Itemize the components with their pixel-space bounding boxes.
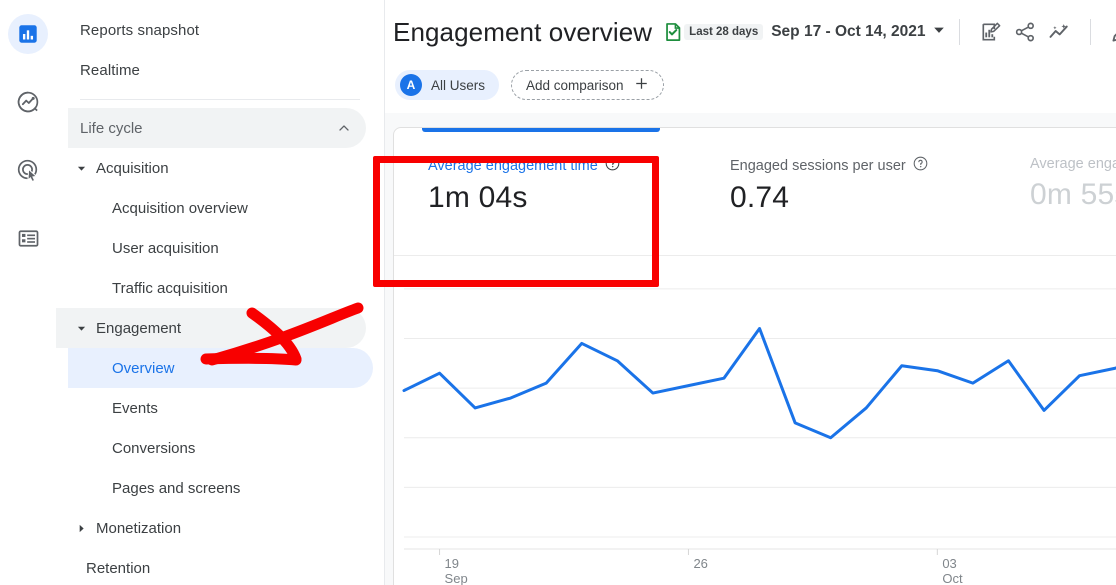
x-axis-month-label: Oct [942,571,963,585]
sidebar-item-label: Events [112,400,158,417]
date-range-selector[interactable]: Sep 17 - Oct 14, 2021 [771,23,945,41]
edit-report-button[interactable] [1105,15,1116,49]
sidebar-divider [80,99,360,100]
help-circle-icon[interactable] [913,156,928,175]
page-title: Engagement overview [393,17,652,48]
metric-value: 0.74 [730,181,996,215]
sidebar-group-engagement[interactable]: Engagement [56,308,366,348]
sidebar-group-label: Engagement [96,320,181,337]
explore-trending-icon [16,90,40,114]
engagement-overview-card: Average engagement time 1m 04s [393,127,1116,585]
average-engagement-per-session-metric[interactable]: Average engage 0m 55s [996,128,1116,255]
sidebar-item-label: Overview [112,360,175,377]
sidebar-item-label: Pages and screens [112,480,240,497]
insights-button[interactable] [1042,15,1076,49]
metric-label-row: Average engage [1030,156,1116,172]
all-users-label: All Users [431,78,485,93]
comparison-row: A All Users Add comparison [385,64,1116,106]
rail-library-button[interactable] [8,218,48,258]
metric-value: 1m 04s [428,181,696,215]
sidebar-item-label: Reports snapshot [80,22,199,39]
share-icon [1014,21,1036,43]
rail-reports-button[interactable] [8,14,48,54]
toolbar-divider [959,19,960,45]
sidebar-item-label: Conversions [112,440,195,457]
green-document-check-icon [662,21,684,43]
sidebar-section-life-cycle[interactable]: Life cycle [68,108,366,148]
reports-bar-chart-icon [17,23,39,45]
edit-comparison-button[interactable] [974,15,1008,49]
plus-icon [634,76,649,94]
x-axis-tick-label: 26 [693,556,707,571]
line-chart-svg: 1m 40s1m 20s1m 00s0m 40s0m 20s0m 00s19Se… [394,256,1116,585]
insights-icon [1048,21,1071,44]
sidebar-item-reports-snapshot[interactable]: Reports snapshot [56,10,384,50]
add-comparison-button[interactable]: Add comparison [511,70,664,100]
sidebar-item-pages-and-screens[interactable]: Pages and screens [68,468,373,508]
main-content: Engagement overview Last 28 days Sep 17 … [385,0,1116,585]
rail-explore-button[interactable] [8,82,48,122]
sidebar-item-conversions[interactable]: Conversions [68,428,373,468]
library-list-icon [17,227,40,250]
help-circle-icon[interactable] [605,156,620,175]
header-actions: Last 28 days Sep 17 - Oct 14, 2021 [684,15,1116,49]
sidebar-section-label: Life cycle [80,120,143,137]
all-users-chip[interactable]: A All Users [395,70,499,100]
engagement-time-chart[interactable]: 1m 40s1m 20s1m 00s0m 40s0m 20s0m 00s19Se… [394,256,1116,585]
date-preset-badge: Last 28 days [684,24,763,40]
x-axis-tick-label: 03 [942,556,956,571]
metric-label: Engaged sessions per user [730,158,906,174]
analytics-app: Reports snapshot Realtime Life cycle Acq… [0,0,1116,585]
edit-pencil-icon [1110,20,1116,44]
x-axis-tick-label: 19 [445,556,459,571]
sidebar-item-traffic-acquisition[interactable]: Traffic acquisition [68,268,373,308]
sidebar-item-overview[interactable]: Overview [68,348,373,388]
sidebar-item-realtime[interactable]: Realtime [56,50,384,90]
metric-label-row: Engaged sessions per user [730,156,996,175]
metric-label-row: Average engagement time [428,156,696,175]
sidebar-group-acquisition[interactable]: Acquisition [56,148,384,188]
sidebar-item-acquisition-overview[interactable]: Acquisition overview [68,188,373,228]
toolbar-divider-2 [1090,19,1091,45]
chart-series-line [404,299,1116,438]
caret-down-icon [76,164,86,173]
advertising-target-icon [16,158,40,182]
sidebar-item-label: Acquisition overview [112,200,248,217]
rail-advertising-button[interactable] [8,150,48,190]
add-comparison-label: Add comparison [526,78,624,93]
metric-label: Average engagement time [428,158,598,174]
date-range-label: Sep 17 - Oct 14, 2021 [771,23,925,41]
metric-tabs: Average engagement time 1m 04s [394,128,1116,256]
sidebar-item-user-acquisition[interactable]: User acquisition [68,228,373,268]
sidebar-item-retention[interactable]: Retention [56,548,384,585]
sidebar-group-monetization[interactable]: Monetization [56,508,384,548]
engaged-sessions-per-user-metric[interactable]: Engaged sessions per user 0.74 [696,128,996,255]
selected-tab-indicator [422,128,660,132]
title-row: Engagement overview Last 28 days Sep 17 … [385,0,1116,64]
app-rail [0,0,56,585]
sidebar-item-events[interactable]: Events [68,388,373,428]
chevron-up-icon [336,120,352,136]
caret-down-icon [76,324,86,333]
sidebar-item-label: Traffic acquisition [112,280,228,297]
sidebar-group-label: Monetization [96,520,181,537]
sidebar-navigation: Reports snapshot Realtime Life cycle Acq… [56,0,385,585]
share-button[interactable] [1008,15,1042,49]
sidebar-item-label: Retention [86,560,150,577]
average-engagement-time-metric[interactable]: Average engagement time 1m 04s [394,128,696,255]
caret-right-icon [76,524,86,533]
x-axis-month-label: Sep [445,571,468,585]
sidebar-group-label: Acquisition [96,160,169,177]
metric-label: Average engage [1030,156,1116,172]
sidebar-item-label: Realtime [80,62,140,79]
metric-value: 0m 55s [1030,178,1116,212]
edit-comparison-icon [980,21,1002,43]
report-header: Engagement overview Last 28 days Sep 17 … [385,0,1116,113]
sidebar-item-label: User acquisition [112,240,219,257]
chevron-down-icon [933,23,945,41]
avatar: A [400,74,422,96]
